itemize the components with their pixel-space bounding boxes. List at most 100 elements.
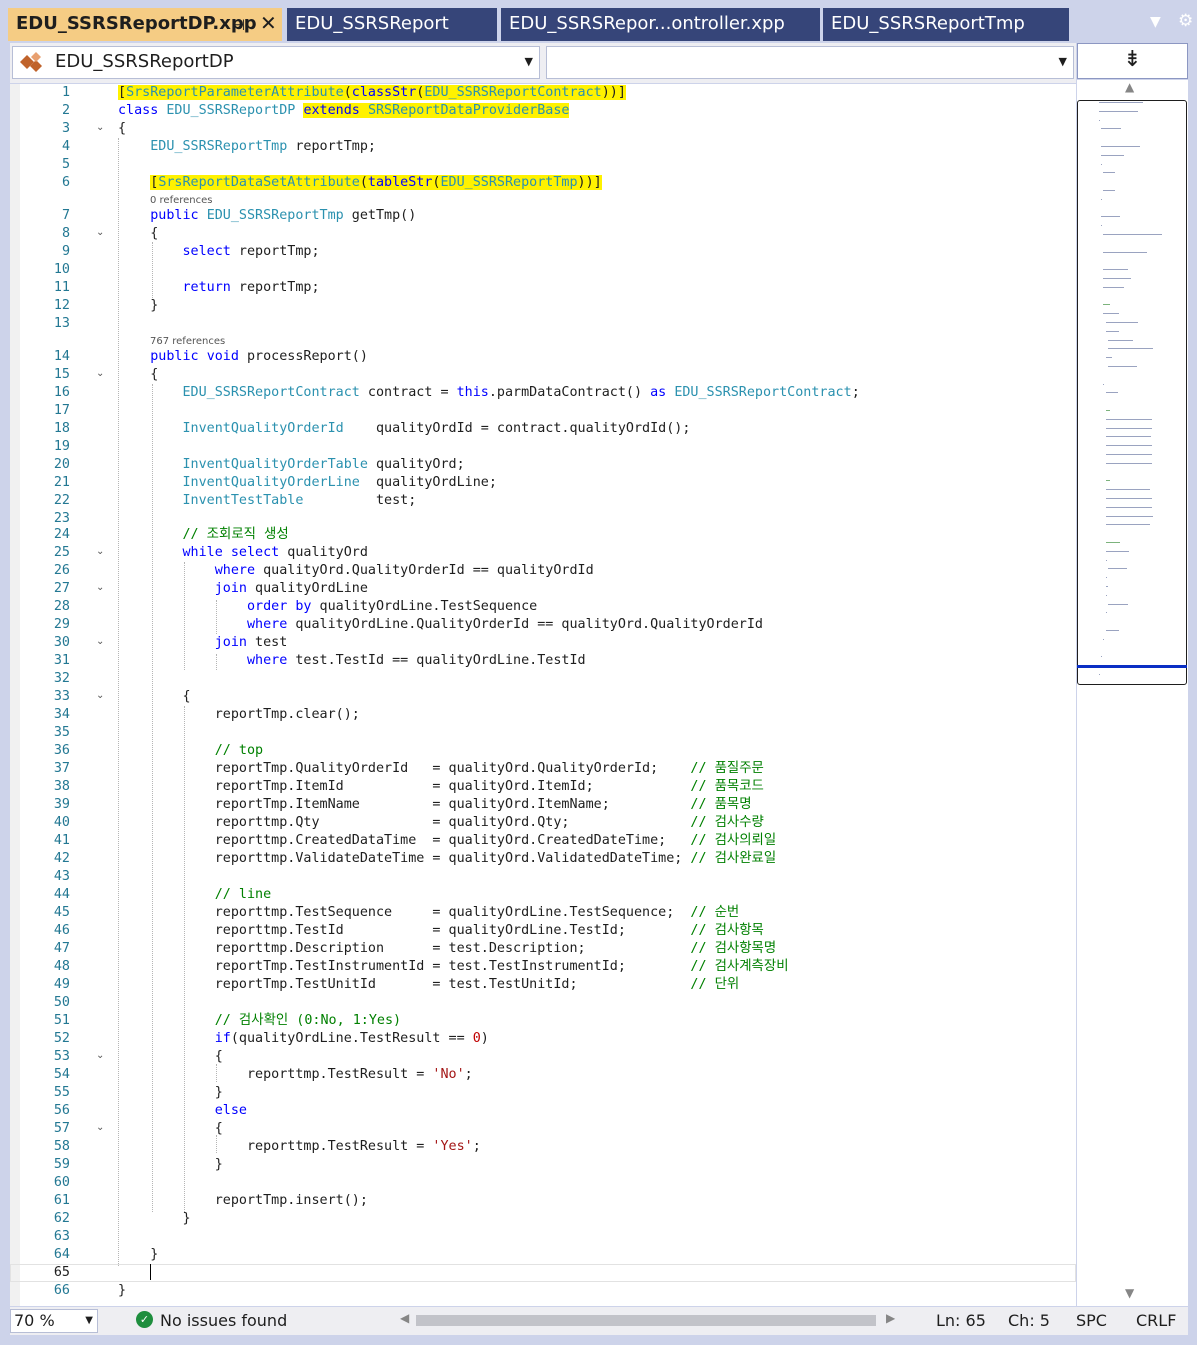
horizontal-scrollbar[interactable] (416, 1315, 876, 1326)
code-line[interactable]: 25 ⌄ while select qualityOrd (10, 544, 1076, 562)
code-line[interactable]: 20 InventQualityOrderTable qualityOrd; (10, 456, 1076, 474)
fold-toggle-icon[interactable]: ⌄ (96, 119, 104, 137)
code-line[interactable]: 41 reporttmp.CreatedDataTime = qualityOr… (10, 832, 1076, 850)
code-line[interactable]: 51 // 검사확인 (0:No, 1:Yes) (10, 1012, 1076, 1030)
code-line[interactable]: 62 } (10, 1210, 1076, 1228)
fold-toggle-icon[interactable]: ⌄ (96, 1047, 104, 1065)
whitespace-indicator[interactable]: SPC (1076, 1311, 1107, 1330)
code-line[interactable]: 30 ⌄ join test (10, 634, 1076, 652)
code-line[interactable]: 14 public void processReport() (10, 348, 1076, 366)
code-line[interactable]: 61 reportTmp.insert(); (10, 1192, 1076, 1210)
codelens-references[interactable]: 0 references (150, 195, 213, 206)
code-line[interactable]: 15 ⌄ { (10, 366, 1076, 384)
code-line[interactable]: 46 reporttmp.TestId = qualityOrdLine.Tes… (10, 922, 1076, 940)
code-line[interactable]: 55 } (10, 1084, 1076, 1102)
code-line[interactable]: 19 (10, 438, 1076, 456)
code-line[interactable]: 35 (10, 724, 1076, 742)
minimap-viewport[interactable] (1077, 100, 1187, 685)
code-line[interactable]: 18 InventQualityOrderId qualityOrdId = c… (10, 420, 1076, 438)
code-line[interactable]: 12 } (10, 297, 1076, 315)
code-line[interactable]: 57 ⌄ { (10, 1120, 1076, 1138)
code-line[interactable]: 66} (10, 1282, 1076, 1300)
tab-edu-ssrsreport-controller[interactable]: EDU_SSRSRepor...ontroller.xpp (501, 8, 820, 41)
code-line[interactable]: 48 reportTmp.TestInstrumentId = test.Tes… (10, 958, 1076, 976)
char-indicator[interactable]: Ch: 5 (1008, 1311, 1050, 1330)
line-indicator[interactable]: Ln: 65 (936, 1311, 986, 1330)
code-line[interactable]: 28 order by qualityOrdLine.TestSequence (10, 598, 1076, 616)
code-line[interactable]: 39 reportTmp.ItemName = qualityOrd.ItemN… (10, 796, 1076, 814)
code-line[interactable]: 24 // 조회로직 생성 (10, 526, 1076, 544)
code-line[interactable]: 49 reportTmp.TestUnitId = test.TestUnitI… (10, 976, 1076, 994)
code-line[interactable]: 60 (10, 1174, 1076, 1192)
scroll-down-icon[interactable]: ▼ (1125, 1286, 1134, 1300)
code-line[interactable]: 52 if(qualityOrdLine.TestResult == 0) (10, 1030, 1076, 1048)
code-line[interactable]: 36 // top (10, 742, 1076, 760)
code-line[interactable]: 44 // line (10, 886, 1076, 904)
line-ending-indicator[interactable]: CRLF (1136, 1311, 1176, 1330)
code-line[interactable]: 38 reportTmp.ItemId = qualityOrd.ItemId;… (10, 778, 1076, 796)
code-line[interactable]: 40 reporttmp.Qty = qualityOrd.Qty; // 검사… (10, 814, 1076, 832)
code-line[interactable]: 50 (10, 994, 1076, 1012)
code-line[interactable]: 22 InventTestTable test; (10, 492, 1076, 510)
code-line[interactable]: 9 select reportTmp; (10, 243, 1076, 261)
chevron-down-icon[interactable]: ▼ (1059, 55, 1067, 68)
code-line[interactable]: 4 EDU_SSRSReportTmp reportTmp; (10, 138, 1076, 156)
split-editor-button[interactable]: ⇟ (1077, 43, 1188, 79)
gear-icon[interactable]: ⚙ (1178, 11, 1193, 31)
issues-status[interactable]: No issues found (160, 1311, 287, 1330)
code-line[interactable]: 21 InventQualityOrderLine qualityOrdLine… (10, 474, 1076, 492)
code-line[interactable]: 16 EDU_SSRSReportContract contract = thi… (10, 384, 1076, 402)
code-line[interactable]: 33 ⌄ { (10, 688, 1076, 706)
code-line[interactable]: 64 } (10, 1246, 1076, 1264)
code-line[interactable]: 58 reporttmp.TestResult = 'Yes'; (10, 1138, 1076, 1156)
code-line[interactable]: 54 reporttmp.TestResult = 'No'; (10, 1066, 1076, 1084)
fold-toggle-icon[interactable]: ⌄ (96, 687, 104, 705)
code-line[interactable]: 5 (10, 156, 1076, 174)
code-line[interactable]: 59 } (10, 1156, 1076, 1174)
code-line[interactable]: 11 return reportTmp; (10, 279, 1076, 297)
code-line[interactable]: 65 (10, 1264, 1076, 1282)
code-line[interactable]: 42 reporttmp.ValidateDateTime = qualityO… (10, 850, 1076, 868)
code-line[interactable]: 27 ⌄ join qualityOrdLine (10, 580, 1076, 598)
member-combo[interactable]: ▼ (546, 46, 1074, 79)
minimap[interactable]: ▲ ▼ (1077, 80, 1188, 1306)
code-line[interactable]: 56 else (10, 1102, 1076, 1120)
scroll-up-icon[interactable]: ▲ (1125, 80, 1134, 94)
type-combo[interactable]: EDU_SSRSReportDP ▼ (12, 46, 540, 79)
zoom-select[interactable]: 70 % ▼ (10, 1309, 98, 1333)
pin-icon[interactable]: ⊣ (232, 10, 245, 41)
code-line[interactable]: 34 reportTmp.clear(); (10, 706, 1076, 724)
code-line[interactable]: 43 (10, 868, 1076, 886)
tab-edu-ssrsreport[interactable]: EDU_SSRSReport (287, 8, 497, 41)
code-line[interactable]: 7 public EDU_SSRSReportTmp getTmp() (10, 207, 1076, 225)
code-line[interactable]: 37 reportTmp.QualityOrderId = qualityOrd… (10, 760, 1076, 778)
code-line[interactable]: 32 (10, 670, 1076, 688)
code-line[interactable]: 45 reporttmp.TestSequence = qualityOrdLi… (10, 904, 1076, 922)
code-line[interactable]: 47 reporttmp.Description = test.Descript… (10, 940, 1076, 958)
fold-toggle-icon[interactable]: ⌄ (96, 224, 104, 242)
code-line[interactable]: 26 where qualityOrd.QualityOrderId == qu… (10, 562, 1076, 580)
fold-toggle-icon[interactable]: ⌄ (96, 543, 104, 561)
code-line[interactable]: 63 (10, 1228, 1076, 1246)
fold-toggle-icon[interactable]: ⌄ (96, 365, 104, 383)
code-line[interactable]: 10 (10, 261, 1076, 279)
code-line[interactable]: 8 ⌄ { (10, 225, 1076, 243)
fold-toggle-icon[interactable]: ⌄ (96, 1119, 104, 1137)
chevron-down-icon[interactable]: ▼ (1150, 14, 1161, 30)
scroll-left-icon[interactable]: ◀ (400, 1311, 409, 1325)
code-line[interactable]: 31 where test.TestId == qualityOrdLine.T… (10, 652, 1076, 670)
tab-edu-ssrsreportdp[interactable]: EDU_SSRSReportDP.xpp ⊣ ✕ (8, 8, 282, 41)
code-line[interactable]: 13 (10, 315, 1076, 333)
chevron-down-icon[interactable]: ▼ (525, 55, 533, 68)
code-line[interactable]: 53 ⌄ { (10, 1048, 1076, 1066)
fold-toggle-icon[interactable]: ⌄ (96, 633, 104, 651)
code-line[interactable]: 29 where qualityOrdLine.QualityOrderId =… (10, 616, 1076, 634)
codelens-references[interactable]: 767 references (150, 336, 225, 347)
code-line[interactable]: 3 ⌄ { (10, 120, 1076, 138)
code-line[interactable]: 17 (10, 402, 1076, 420)
code-line[interactable]: 1 [SrsReportParameterAttribute(classStr(E… (10, 84, 1076, 102)
close-icon[interactable]: ✕ (260, 8, 277, 39)
code-line[interactable]: 6 [SrsReportDataSetAttribute(tableStr(ED… (10, 174, 1076, 192)
tab-edu-ssrsreporttmp[interactable]: EDU_SSRSReportTmp (823, 8, 1069, 41)
code-line[interactable]: 2 class EDU_SSRSReportDP extends SRSRepor… (10, 102, 1076, 120)
